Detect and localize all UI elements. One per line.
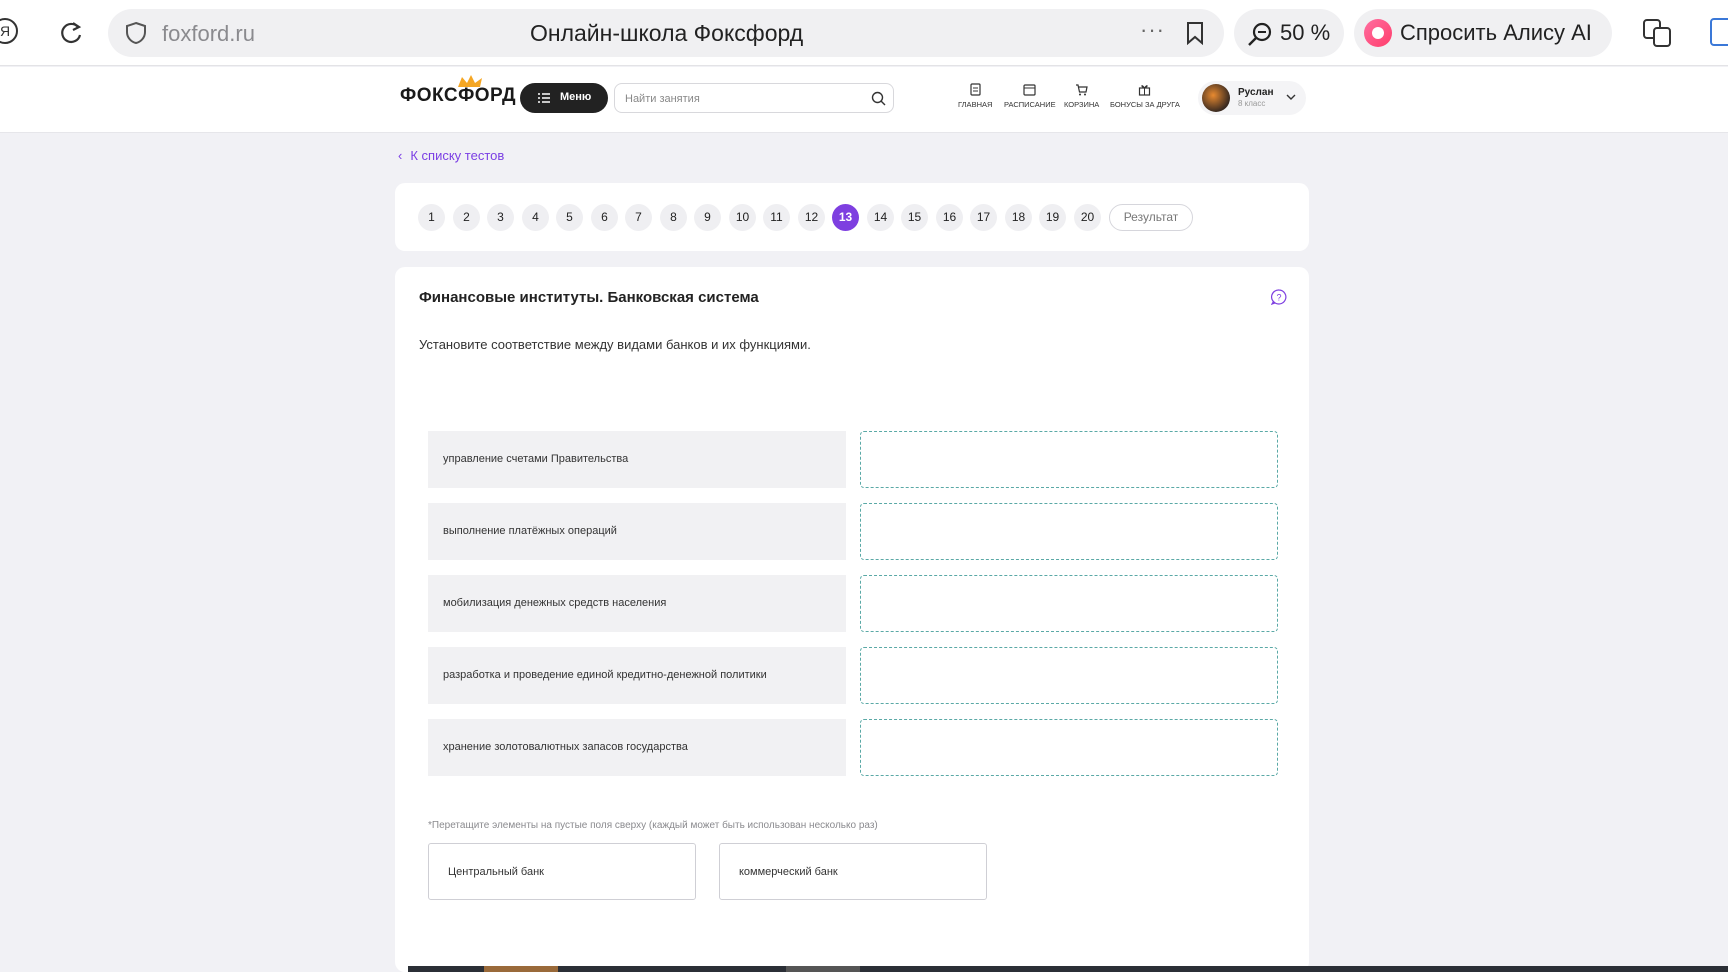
nav-bonus-label: БОНУСЫ ЗА ДРУГА — [1110, 100, 1180, 109]
home-icon — [970, 83, 981, 96]
page-button[interactable]: 9 — [694, 204, 721, 231]
zoom-icon — [1248, 22, 1272, 46]
draggable-option[interactable]: Центральный банк — [428, 843, 696, 900]
list-icon — [538, 93, 550, 103]
cart-icon — [1076, 84, 1088, 96]
ask-alice-button[interactable]: Спросить Алису AI — [1354, 9, 1612, 57]
match-function-item: мобилизация денежных средств населения — [428, 575, 846, 632]
more-icon[interactable]: ··· — [1140, 17, 1165, 43]
yandex-browser-icon[interactable]: Я — [0, 18, 18, 44]
match-function-item: хранение золотовалютных запасов государс… — [428, 719, 846, 776]
page-button[interactable]: 3 — [487, 204, 514, 231]
taskbar-strip — [408, 966, 1728, 972]
reload-icon[interactable] — [56, 18, 86, 48]
foxford-logo[interactable]: ФОКСФОРД — [400, 75, 517, 107]
page-button[interactable]: 17 — [970, 204, 997, 231]
taskbar-app[interactable] — [786, 966, 860, 972]
page-button[interactable]: 16 — [936, 204, 963, 231]
draggable-option[interactable]: коммерческий банк — [719, 843, 987, 900]
page-button[interactable]: 20 — [1074, 204, 1101, 231]
page-button[interactable]: 10 — [729, 204, 756, 231]
match-function-item: разработка и проведение единой кредитно-… — [428, 647, 846, 704]
chevron-down-icon — [1286, 94, 1296, 100]
match-function-item: управление счетами Правительства — [428, 431, 846, 488]
drag-hint: *Перетащите элементы на пустые поля свер… — [428, 820, 878, 831]
translate-icon[interactable] — [1642, 16, 1672, 48]
page-button[interactable]: 5 — [556, 204, 583, 231]
gift-icon — [1139, 85, 1151, 96]
nav-home[interactable]: ГЛАВНАЯ — [958, 83, 992, 109]
question-text: Установите соответствие между видами бан… — [419, 337, 811, 352]
drop-zone[interactable] — [860, 575, 1278, 632]
drop-zone[interactable] — [860, 719, 1278, 776]
page-button[interactable]: 4 — [522, 204, 549, 231]
logo-text: ФОКСФОРД — [400, 85, 517, 106]
drop-zone[interactable] — [860, 431, 1278, 488]
chevron-left-icon: ‹ — [398, 148, 403, 163]
search-box[interactable] — [614, 83, 894, 113]
zoom-button[interactable]: 50 % — [1234, 9, 1344, 57]
page-button[interactable]: 19 — [1039, 204, 1066, 231]
nav-schedule-label: РАСПИСАНИЕ — [1004, 100, 1056, 109]
avatar — [1202, 84, 1230, 112]
back-link-label: К списку тестов — [410, 148, 505, 163]
address-bar[interactable]: foxford.ru Онлайн-школа Фоксфорд ··· — [108, 9, 1224, 57]
page-button[interactable]: 6 — [591, 204, 618, 231]
back-to-tests-link[interactable]: ‹ К списку тестов — [398, 148, 504, 163]
user-grade: 8 класс — [1238, 99, 1266, 108]
nav-home-label: ГЛАВНАЯ — [958, 100, 993, 109]
page-button[interactable]: 15 — [901, 204, 928, 231]
browser-toolbar: Я foxford.ru Онлайн-школа Фоксфорд ··· 5… — [0, 0, 1728, 66]
page-button[interactable]: 8 — [660, 204, 687, 231]
menu-label: Меню — [560, 91, 592, 103]
page-button[interactable]: 12 — [798, 204, 825, 231]
menu-button[interactable]: Меню — [520, 83, 608, 113]
page-button-active[interactable]: 13 — [832, 204, 859, 231]
shield-icon[interactable] — [124, 21, 148, 45]
nav-cart-label: КОРЗИНА — [1064, 100, 1100, 109]
alice-icon — [1364, 19, 1392, 47]
page-button[interactable]: 14 — [867, 204, 894, 231]
nav-bonus[interactable]: БОНУСЫ ЗА ДРУГА — [1110, 83, 1180, 109]
svg-text:?: ? — [1276, 293, 1281, 303]
question-pager: 1 2 3 4 5 6 7 8 9 10 11 12 13 14 15 16 1… — [395, 183, 1309, 251]
search-icon[interactable] — [871, 91, 886, 106]
page-button[interactable]: 2 — [453, 204, 480, 231]
question-title: Финансовые институты. Банковская система — [419, 289, 759, 306]
result-button[interactable]: Результат — [1109, 204, 1193, 231]
user-menu[interactable]: Руслан 8 класс — [1198, 81, 1306, 115]
search-input[interactable] — [625, 90, 855, 108]
user-name: Руслан — [1238, 87, 1274, 98]
page-button[interactable]: 7 — [625, 204, 652, 231]
nav-cart[interactable]: КОРЗИНА — [1064, 83, 1099, 109]
zoom-level: 50 % — [1280, 20, 1331, 45]
question-card: Финансовые институты. Банковская система… — [395, 267, 1309, 972]
extension-icon[interactable] — [1710, 18, 1728, 46]
url-host[interactable]: foxford.ru — [162, 21, 255, 47]
bookmark-icon[interactable] — [1184, 21, 1206, 45]
site-header: ФОКСФОРД Меню ГЛАВНАЯ РАСПИСАНИЕ КОРЗИНА… — [0, 67, 1728, 133]
page-button[interactable]: 18 — [1005, 204, 1032, 231]
page-button[interactable]: 1 — [418, 204, 445, 231]
nav-schedule[interactable]: РАСПИСАНИЕ — [1004, 83, 1056, 109]
drop-zone[interactable] — [860, 647, 1278, 704]
ask-alice-label: Спросить Алису AI — [1400, 20, 1592, 45]
drop-zone[interactable] — [860, 503, 1278, 560]
calendar-icon — [1023, 84, 1036, 96]
tab-title: Онлайн-школа Фоксфорд — [530, 20, 804, 46]
page-button[interactable]: 11 — [763, 204, 790, 231]
taskbar-app[interactable] — [484, 966, 558, 972]
fox-crown-icon — [458, 75, 482, 87]
help-icon[interactable]: ? — [1271, 289, 1287, 305]
match-function-item: выполнение платёжных операций — [428, 503, 846, 560]
